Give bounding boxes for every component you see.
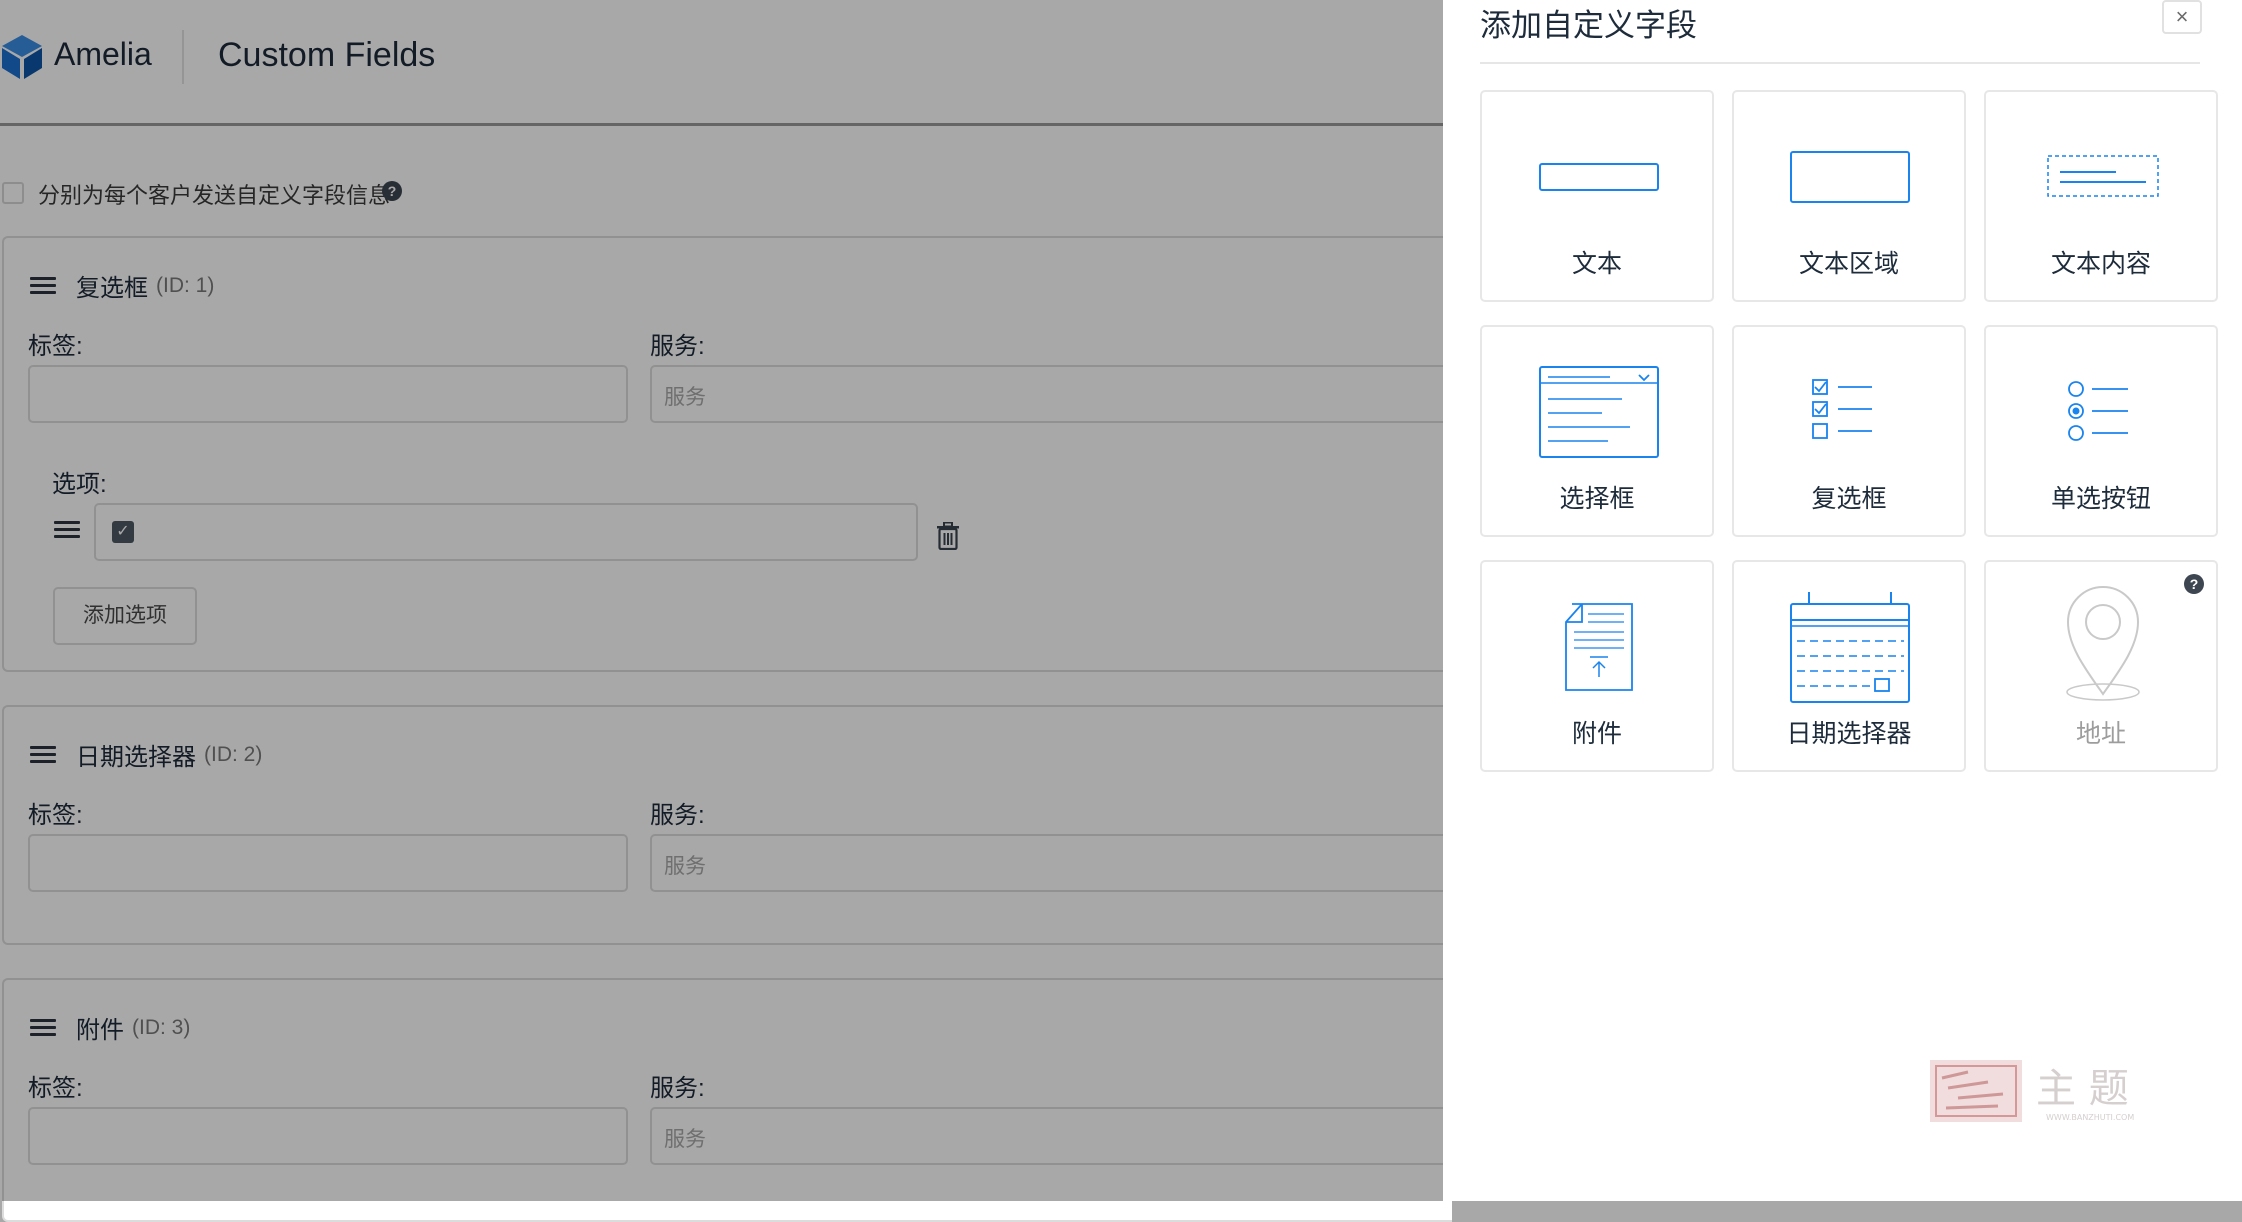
- field-type-label: 附件: [1571, 720, 1622, 748]
- close-button[interactable]: ×: [2162, 0, 2202, 34]
- panel-divider: [1480, 62, 2200, 64]
- help-icon[interactable]: ?: [2184, 574, 2204, 594]
- field-type-address: ? 地址: [1984, 560, 2218, 772]
- field-type-text-content[interactable]: 文本内容: [1984, 90, 2218, 302]
- field-type-label: 日期选择器: [1786, 720, 1912, 748]
- field-type-checkbox[interactable]: 复选框: [1732, 325, 1966, 537]
- field-type-date-picker[interactable]: 日期选择器: [1732, 560, 1966, 772]
- watermark-text: 主 题: [2036, 1066, 2129, 1112]
- panel-title: 添加自定义字段: [1480, 8, 1697, 43]
- field-type-label: 文本区域: [1798, 250, 1899, 278]
- field-type-label: 复选框: [1811, 485, 1887, 513]
- field-type-label: 地址: [2075, 720, 2126, 748]
- field-type-text[interactable]: 文本: [1480, 90, 1714, 302]
- field-type-label: 单选按钮: [2050, 485, 2151, 513]
- field-type-label: 文本: [1571, 250, 1622, 278]
- modal-backdrop[interactable]: [0, 0, 1443, 1201]
- field-type-attachment[interactable]: 附件: [1480, 560, 1714, 772]
- field-type-label: 文本内容: [2050, 250, 2151, 278]
- banzhuti-watermark-logo: 主 题 WWW.BANZHUTI.COM: [1930, 1060, 2134, 1122]
- field-type-textarea[interactable]: 文本区域: [1732, 90, 1966, 302]
- field-type-label: 选择框: [1559, 485, 1635, 513]
- watermark-subtext: WWW.BANZHUTI.COM: [2046, 1113, 2134, 1122]
- field-type-radio[interactable]: 单选按钮: [1984, 325, 2218, 537]
- field-type-select[interactable]: 选择框: [1480, 325, 1714, 537]
- add-custom-field-panel: 添加自定义字段 × 文本 文本区域 文本内容 选择框 复选框 单选按钮 附件 日…: [1443, 0, 2242, 1201]
